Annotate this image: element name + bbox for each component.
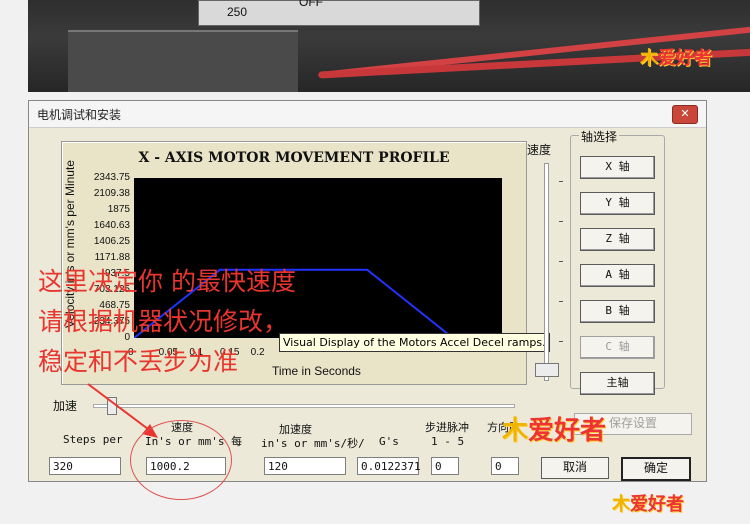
annotation-line: 这里决定你 的最快速度 (38, 267, 296, 296)
spindle-button[interactable]: 主轴 (580, 372, 655, 395)
slider-tick (559, 341, 563, 342)
step-pulse-input[interactable]: 0 (431, 457, 459, 475)
slider-tick (559, 301, 563, 302)
axis-group-legend: 轴选择 (579, 128, 620, 145)
background-photo: 250 OFF 木爱好者 (28, 0, 750, 92)
x-axis-label: Time in Seconds (272, 364, 361, 378)
axis-a-button[interactable]: A 轴 (580, 264, 655, 287)
step-pulse-top-label: 步进脉冲 (425, 421, 469, 434)
annotation-circle (130, 420, 232, 500)
panel-value: OFF (299, 0, 323, 9)
window-title: 电机调试和安装 (37, 108, 122, 122)
accel-slider-label: 加速 (53, 399, 78, 413)
chart-tooltip: Visual Display of the Motors Accel Decel… (279, 333, 550, 352)
slider-tick (559, 261, 563, 262)
chart-title: X - AXIS MOTOR MOVEMENT PROFILE (138, 150, 450, 166)
g-input[interactable]: 0.0122371 (357, 457, 421, 475)
dir-pulse-input[interactable]: 0 (491, 457, 519, 475)
annotation-line: 稳定和不丢步为准 (38, 347, 239, 376)
panel-value: 250 (227, 5, 248, 19)
slider-tick (559, 221, 563, 222)
watermark-logo: 木爱好者 (640, 48, 712, 68)
acceleration-input[interactable]: 120 (264, 457, 346, 475)
axis-c-button[interactable]: C 轴 (580, 336, 655, 359)
axis-select-group: 轴选择 X 轴 Y 轴 Z 轴 A 轴 B 轴 C 轴 主轴 (570, 128, 665, 395)
slider-tick (559, 181, 563, 182)
y-tick-label: 1875 (107, 204, 130, 215)
speed-slider-label: 速度 (527, 143, 552, 157)
driver-box (68, 30, 298, 92)
g-label: G's (379, 435, 399, 448)
title-bar: 电机调试和安装 ✕ (29, 101, 706, 128)
axis-b-button[interactable]: B 轴 (580, 300, 655, 323)
axis-x-button[interactable]: X 轴 (580, 156, 655, 179)
speed-slider-track[interactable] (544, 163, 549, 381)
step-pulse-label: 1 - 5 (431, 435, 465, 448)
speed-slider-thumb[interactable] (535, 363, 559, 377)
ok-button[interactable]: 确定 (621, 457, 691, 481)
annotation-line: 请根据机器状况修改， (38, 307, 289, 336)
x-tick-label: 0.2 (250, 347, 265, 358)
close-button[interactable]: ✕ (672, 105, 698, 124)
cancel-button[interactable]: 取消 (541, 457, 609, 479)
y-tick-label: 2109.38 (93, 188, 130, 199)
axis-z-button[interactable]: Z 轴 (580, 228, 655, 251)
y-tick-label: 1406.25 (93, 236, 130, 247)
watermark-logo: 木爱好者 (612, 494, 684, 514)
axis-y-button[interactable]: Y 轴 (580, 192, 655, 215)
display-panel: 250 OFF (198, 0, 480, 26)
watermark-logo: 木爱好者 (502, 415, 607, 445)
y-tick-label: 2343.75 (93, 172, 130, 183)
y-tick-label: 1640.63 (93, 220, 130, 231)
steps-per-input[interactable]: 320 (49, 457, 121, 475)
acceleration-label: in's or mm's/秒/ (261, 437, 365, 450)
